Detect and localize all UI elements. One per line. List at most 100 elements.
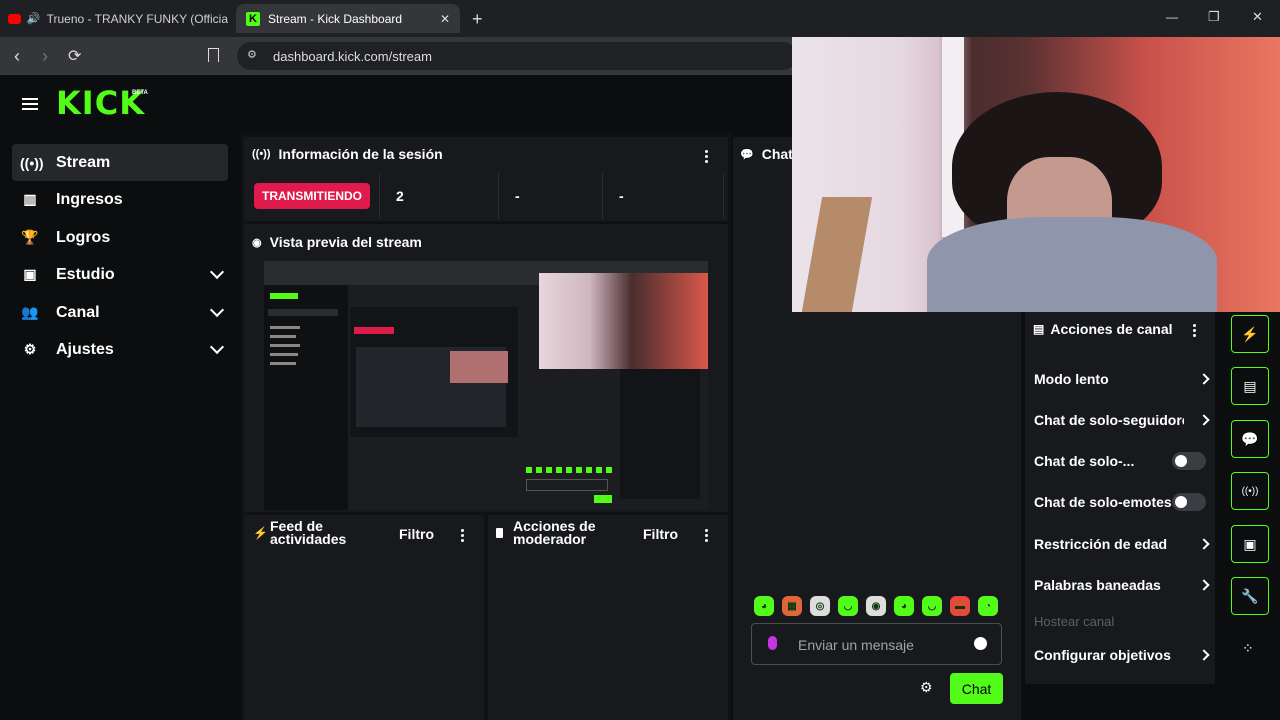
sidebar-item-label: Canal	[56, 303, 100, 321]
rail-broadcast-button[interactable]: ((•))	[1231, 472, 1269, 510]
forward-icon[interactable]: ›	[42, 46, 48, 67]
chevron-right-icon	[1198, 649, 1210, 661]
sidebar-item-label: Stream	[56, 153, 111, 171]
broadcast-icon: ((•))	[252, 148, 271, 160]
sidebar-item-logros[interactable]: 🏆 Logros	[12, 219, 228, 256]
subs-only-toggle[interactable]	[1172, 452, 1206, 470]
broadcast-icon: ((•))	[1241, 485, 1259, 497]
tab-youtube[interactable]: 🔊 Trueno - TRANKY FUNKY (Officia	[8, 4, 228, 33]
mod-filter-button[interactable]: Filtro	[643, 526, 678, 542]
emote-icon[interactable]: ◕	[754, 596, 774, 616]
chat-header: 💬 Chat	[740, 146, 793, 162]
channel-actions-header: ▤ Acciones de canal	[1033, 321, 1173, 337]
emote-icon[interactable]: ▬	[950, 596, 970, 616]
new-tab-button[interactable]: +	[472, 9, 483, 30]
restore-button[interactable]: ❐	[1208, 9, 1220, 25]
sidebar-item-estudio[interactable]: ▣ Estudio	[12, 256, 228, 293]
bookmark-icon[interactable]	[208, 48, 219, 62]
browser-tab-bar: 🔊 Trueno - TRANKY FUNKY (Officia K Strea…	[0, 0, 1280, 37]
emote-icon[interactable]: ◎	[810, 596, 830, 616]
activity-feed-title: Feed de actividades	[270, 519, 346, 546]
action-followers-only[interactable]: Chat de solo-seguidores	[1034, 411, 1212, 429]
activity-menu-icon[interactable]	[460, 529, 464, 542]
sidebar-item-canal[interactable]: 👥 Canal	[12, 294, 228, 331]
url-field[interactable]: ⚙ dashboard.kick.com/stream	[237, 42, 797, 70]
chevron-right-icon	[1198, 579, 1210, 591]
sidebar-item-ajustes[interactable]: ⚙ Ajustes	[12, 331, 228, 368]
chat-settings-icon[interactable]: ⚙	[920, 679, 933, 696]
beta-badge: BETA	[132, 90, 148, 96]
sidebar-item-ingresos[interactable]: ▥ Ingresos	[12, 181, 228, 218]
rail-actions-button[interactable]: ⚡	[1231, 315, 1269, 353]
action-banned-words[interactable]: Palabras baneadas	[1034, 576, 1212, 594]
stat-value: -	[619, 188, 624, 204]
channel-actions-menu-icon[interactable]	[1192, 324, 1196, 337]
stream-preview-video[interactable]	[264, 261, 708, 510]
document-icon: ▤	[1243, 377, 1257, 394]
chevron-down-icon	[209, 302, 225, 318]
wrench-icon: 🔧	[1241, 587, 1259, 604]
close-tab-icon[interactable]: ✕	[440, 12, 450, 26]
action-age-restriction[interactable]: Restricción de edad	[1034, 535, 1212, 553]
chat-input[interactable]: Enviar un mensaje	[751, 623, 1002, 665]
site-info-icon[interactable]: ⚙	[247, 48, 257, 61]
preview-chat-input	[526, 479, 608, 491]
action-label: Restricción de edad	[1034, 536, 1168, 552]
action-emotes-only[interactable]: Chat de solo-emotes	[1034, 493, 1212, 511]
rail-tools-button[interactable]: 🔧	[1231, 577, 1269, 615]
action-label: Chat de solo-emotes	[1034, 494, 1172, 510]
mod-menu-icon[interactable]	[704, 529, 708, 542]
rail-chat-button[interactable]: 💬	[1231, 420, 1269, 458]
session-stat-cell: 2	[379, 173, 498, 219]
minimize-button[interactable]: —	[1166, 10, 1178, 24]
chevron-down-icon	[209, 264, 225, 280]
studio-icon: ▣	[23, 266, 37, 282]
emoji-icon[interactable]	[974, 637, 987, 650]
action-subs-only[interactable]: Chat de solo-...	[1034, 452, 1212, 470]
mic-icon[interactable]	[768, 636, 777, 650]
chat-send-button[interactable]: Chat	[950, 673, 1003, 704]
title-line: moderador	[513, 531, 587, 547]
chart-icon: ▥	[23, 191, 37, 207]
close-window-button[interactable]: ✕	[1252, 9, 1263, 25]
sidebar-item-label: Ajustes	[56, 340, 114, 358]
chevron-right-icon	[1198, 373, 1210, 385]
stream-preview-title: Vista previa del stream	[269, 234, 422, 250]
action-goals[interactable]: Configurar objetivos	[1034, 646, 1212, 664]
preview-webcam	[539, 273, 708, 369]
emotes-only-toggle[interactable]	[1172, 493, 1206, 511]
tab-label: Trueno - TRANKY FUNKY (Officia	[46, 11, 228, 26]
emote-icon[interactable]: ◉	[866, 596, 886, 616]
rail-more-icon[interactable]: ⁘	[1242, 640, 1254, 657]
channel-actions-icon: ▤	[1033, 322, 1045, 336]
emote-icon[interactable]: ◡	[838, 596, 858, 616]
session-stat-cell: -	[498, 173, 602, 219]
activity-filter-button[interactable]: Filtro	[399, 526, 434, 542]
sidebar-item-label: Logros	[56, 228, 111, 246]
reload-icon[interactable]: ⟳	[68, 46, 81, 66]
session-menu-icon[interactable]	[704, 150, 708, 163]
action-label: Chat de solo-...	[1034, 453, 1135, 469]
chat-placeholder: Enviar un mensaje	[798, 637, 914, 653]
emote-icon[interactable]: ▦	[782, 596, 802, 616]
action-slow-mode[interactable]: Modo lento	[1034, 370, 1212, 388]
chevron-down-icon	[209, 339, 225, 355]
rail-notes-button[interactable]: ▤	[1231, 367, 1269, 405]
sidebar-item-label: Ingresos	[56, 190, 123, 208]
preview-right-panel	[620, 369, 700, 499]
rail-channel-actions-button[interactable]: ▣	[1231, 525, 1269, 563]
emote-icon[interactable]: ◔	[978, 596, 998, 616]
broadcast-icon: ((•))	[20, 154, 44, 171]
menu-icon[interactable]	[22, 98, 38, 110]
back-icon[interactable]: ‹	[14, 46, 20, 67]
chat-bubble-icon: 💬	[1241, 430, 1259, 447]
emote-icon[interactable]: ◕	[894, 596, 914, 616]
mod-icon	[496, 528, 503, 538]
webcam-overlay	[792, 37, 1280, 312]
emote-icon[interactable]: ◡	[922, 596, 942, 616]
action-label: Palabras baneadas	[1034, 577, 1161, 593]
action-label: Configurar objetivos	[1034, 647, 1171, 663]
sidebar-item-stream[interactable]: ((•)) Stream	[12, 144, 228, 181]
tab-kick-dashboard[interactable]: K Stream - Kick Dashboard ✕	[236, 4, 460, 33]
kick-favicon-icon: K	[246, 11, 260, 26]
